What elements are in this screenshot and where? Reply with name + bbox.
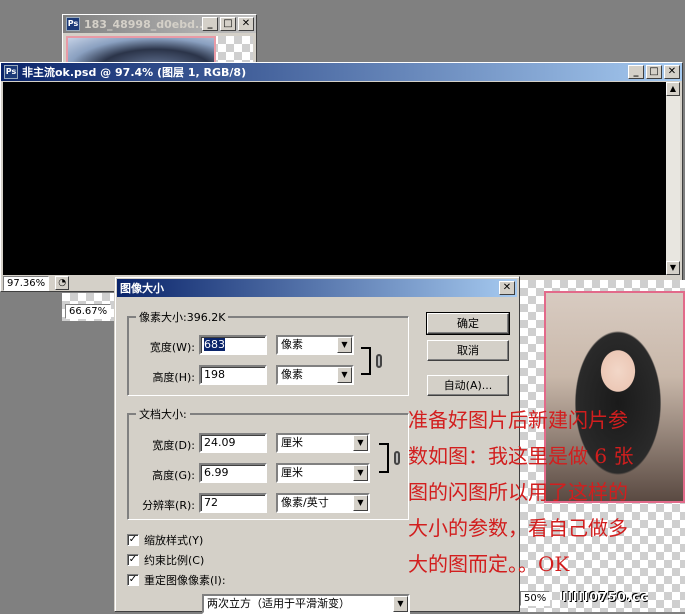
minimize-button[interactable]: _	[202, 17, 218, 31]
pixel-height-unit-select[interactable]: 像素 ▼	[276, 365, 354, 385]
document-size-label: 文档大小:	[136, 406, 190, 422]
checkbox-check-icon[interactable]: ✓	[127, 534, 139, 546]
back-document-window[interactable]: Ps 183_48998_d0ebd... _ □ ✕	[62, 14, 257, 66]
dialog-title: 图像大小	[120, 282, 164, 295]
doc-height-label: 高度(G):	[152, 469, 195, 482]
photoshop-icon: Ps	[4, 65, 18, 79]
dropdown-arrow-icon[interactable]: ▼	[337, 367, 352, 383]
constrain-bracket	[361, 347, 371, 375]
constrain-bracket	[379, 443, 389, 473]
chain-link-icon	[376, 354, 382, 368]
close-button[interactable]: ✕	[664, 65, 680, 79]
checkbox-check-icon[interactable]: ✓	[127, 574, 139, 586]
dropdown-arrow-icon[interactable]: ▼	[353, 495, 368, 511]
annotation-line: 大的图而定。。OK	[408, 552, 570, 576]
minimize-button[interactable]: _	[628, 65, 644, 79]
pixel-width-input[interactable]: 683	[199, 335, 267, 355]
auto-button[interactable]: 自动(A)...	[427, 375, 509, 396]
resolution-label: 分辨率(R):	[142, 499, 195, 512]
photoshop-icon: Ps	[66, 17, 80, 31]
dropdown-arrow-icon[interactable]: ▼	[353, 435, 368, 451]
dropdown-arrow-icon[interactable]: ▼	[337, 337, 352, 353]
scale-styles-checkbox[interactable]: ✓ 缩放样式(Y)	[127, 532, 203, 548]
pixel-width-unit-select[interactable]: 像素 ▼	[276, 335, 354, 355]
vertical-scrollbar[interactable]: ▲ ▼	[666, 82, 680, 275]
pixel-dimensions-label: 像素大小:396.2K	[136, 309, 229, 325]
resolution-unit-select[interactable]: 像素/英寸 ▼	[276, 493, 370, 513]
ok-button[interactable]: 确定	[426, 312, 510, 335]
resample-method-select[interactable]: 两次立方（适用于平滑渐变） ▼	[202, 594, 410, 614]
scroll-up-arrow-icon[interactable]: ▲	[666, 82, 680, 96]
small-document-window[interactable]: 66.67%	[62, 293, 116, 321]
main-document-window[interactable]: Ps 非主流ok.psd @ 97.4% (图层 1, RGB/8) _ □ ✕…	[0, 62, 683, 292]
cancel-button[interactable]: 取消	[427, 340, 509, 361]
annotation-line: 图的闪图所以用了这样的	[408, 480, 628, 504]
photo-zoom-field[interactable]: 50%	[520, 591, 551, 606]
main-window-titlebar[interactable]: Ps 非主流ok.psd @ 97.4% (图层 1, RGB/8) _ □ ✕	[1, 63, 682, 81]
status-menu-icon[interactable]: ◔	[55, 276, 70, 290]
annotation-line: 准备好图片后新建闪片参	[408, 408, 628, 432]
dialog-close-button[interactable]: ✕	[499, 281, 515, 295]
zoom-level-field[interactable]: 97.36%	[3, 275, 50, 291]
main-window-title: 非主流ok.psd @ 97.4% (图层 1, RGB/8)	[22, 66, 247, 79]
back-window-title: 183_48998_d0ebd...	[84, 17, 208, 31]
dropdown-arrow-icon[interactable]: ▼	[393, 596, 408, 612]
doc-width-unit-select[interactable]: 厘米 ▼	[276, 433, 370, 453]
pixel-height-input[interactable]: 198	[199, 365, 267, 385]
annotation-line: 大小的参数，看自己做多	[408, 516, 628, 540]
doc-width-input[interactable]: 24.09	[199, 433, 267, 453]
doc-width-label: 宽度(D):	[152, 439, 195, 452]
close-button[interactable]: ✕	[238, 17, 254, 31]
checkbox-check-icon[interactable]: ✓	[127, 554, 139, 566]
site-watermark: ⅠⅠⅠⅠⅠ0750.cc	[562, 590, 649, 604]
resolution-input[interactable]: 72	[199, 493, 267, 513]
constrain-proportions-checkbox[interactable]: ✓ 约束比例(C)	[127, 552, 204, 568]
doc-height-unit-select[interactable]: 厘米 ▼	[276, 463, 370, 483]
back-window-titlebar[interactable]: Ps 183_48998_d0ebd... _ □ ✕	[63, 15, 256, 33]
dropdown-arrow-icon[interactable]: ▼	[353, 465, 368, 481]
dialog-titlebar[interactable]: 图像大小 ✕	[117, 279, 517, 297]
chain-link-icon	[394, 451, 400, 465]
scroll-down-arrow-icon[interactable]: ▼	[666, 261, 680, 275]
annotation-line: 数如图：我这里是做 6 张	[408, 444, 634, 468]
pixel-height-label: 高度(H):	[152, 371, 195, 384]
maximize-button[interactable]: □	[646, 65, 662, 79]
pixel-width-label: 宽度(W):	[149, 341, 195, 354]
maximize-button[interactable]: □	[220, 17, 236, 31]
small-zoom-field[interactable]: 66.67%	[65, 304, 112, 319]
doc-height-input[interactable]: 6.99	[199, 463, 267, 483]
annotation-text: 准备好图片后新建闪片参 数如图：我这里是做 6 张 图的闪图所以用了这样的 大小…	[408, 402, 678, 582]
document-canvas[interactable]	[3, 82, 667, 275]
resample-image-checkbox[interactable]: ✓ 重定图像像素(I):	[127, 572, 226, 588]
